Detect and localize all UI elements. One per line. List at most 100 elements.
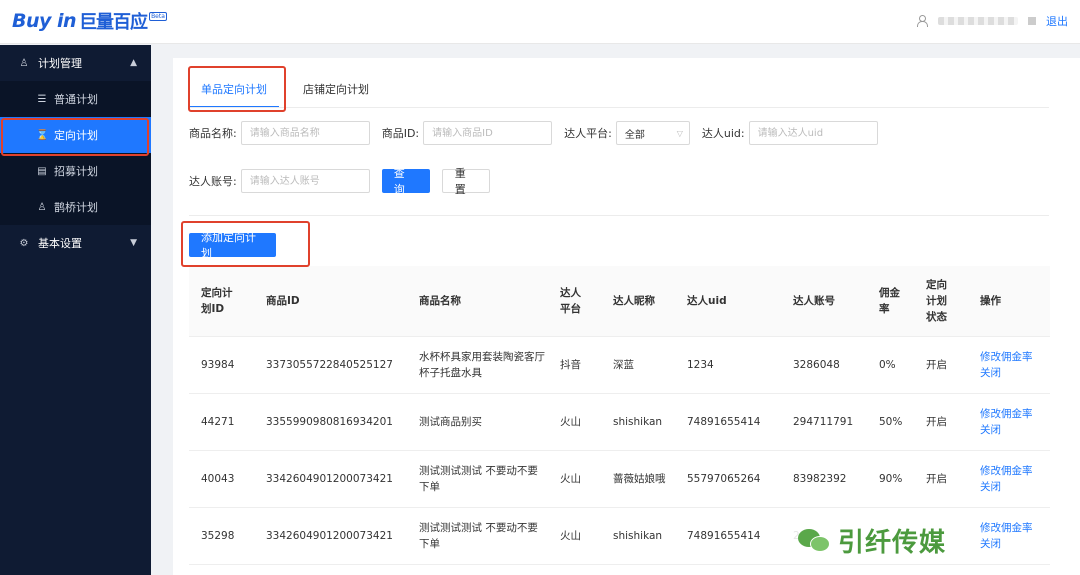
- table-row: 40043 3342604901200073421 测试测试测试 不要动不要下单…: [189, 451, 1050, 508]
- brand-logo[interactable]: Buy in 巨量百应 Beta: [12, 8, 167, 34]
- close-link[interactable]: 关闭: [980, 422, 1050, 438]
- product-name-input[interactable]: [240, 121, 370, 145]
- status-cell: 开启: [926, 473, 947, 485]
- filter-divider: [189, 215, 1049, 216]
- nickname-cell: 深蓝: [613, 359, 634, 371]
- column-header: 商品ID: [266, 295, 300, 307]
- sidebar-group-plan-management[interactable]: ♙ 计划管理 ▲: [0, 45, 151, 81]
- reset-button[interactable]: 重 置: [441, 167, 490, 196]
- platform-cell: 抖音: [560, 359, 581, 371]
- product-id-cell: 3342604901200073421: [266, 473, 393, 485]
- sidebar-group-label: 基本设置: [38, 237, 82, 250]
- sidebar-item-label: 鹊桥计划: [54, 201, 98, 214]
- rate-cell: 0%: [879, 359, 896, 371]
- uid-cell: 1234: [687, 359, 714, 371]
- sidebar-group-label: 计划管理: [38, 57, 82, 70]
- nickname-cell: 蔷薇姑娘哦: [613, 473, 666, 485]
- nickname-cell: shishikan: [613, 530, 663, 542]
- column-header: 操作: [980, 295, 1001, 307]
- logout-link[interactable]: 退出: [1046, 13, 1068, 29]
- product-id-cell: 3373055722840525127: [266, 359, 393, 371]
- close-link[interactable]: 关闭: [980, 365, 1050, 381]
- edit-rate-link[interactable]: 修改佣金率: [980, 349, 1050, 365]
- product-id-label: 商品ID:: [381, 127, 420, 140]
- close-link[interactable]: 关闭: [980, 479, 1050, 495]
- column-header: 达人账号: [793, 295, 835, 307]
- sidebar-item-targeted-plan[interactable]: ⌛ 定向计划: [0, 117, 151, 153]
- column-header: 商品名称: [419, 295, 461, 307]
- product-name-cell: 测试测试测试 不要动不要下单: [419, 465, 538, 493]
- edit-rate-link[interactable]: 修改佣金率: [980, 520, 1050, 536]
- nickname-cell: shishikan: [613, 416, 663, 428]
- edit-rate-link[interactable]: 修改佣金率: [980, 406, 1050, 422]
- sidebar-item-label: 普通计划: [54, 93, 98, 106]
- top-header: Buy in 巨量百应 Beta 退出: [0, 0, 1080, 44]
- plan-id-cell: 44271: [201, 416, 235, 428]
- rate-cell: 90%: [879, 473, 903, 485]
- product-name-label: 商品名称:: [189, 127, 237, 140]
- column-header: 达人平台: [560, 287, 581, 315]
- sidebar-item-bridge-plan[interactable]: ♙ 鹊桥计划: [0, 189, 151, 225]
- platform-cell: 火山: [560, 473, 581, 485]
- wechat-icon: [798, 527, 832, 553]
- status-cell: 开启: [926, 359, 947, 371]
- people-icon: ♙: [37, 201, 47, 213]
- tab-store[interactable]: 店铺定向计划: [291, 72, 381, 108]
- uid-cell: 55797065264: [687, 473, 761, 485]
- sidebar-item-label: 招募计划: [54, 165, 98, 178]
- platform-cell: 火山: [560, 416, 581, 428]
- filter-row-2: 达人账号: 查 询 重 置: [189, 167, 490, 196]
- platform-select-value: 全部: [624, 129, 645, 141]
- platform-label: 达人平台:: [564, 127, 612, 140]
- beta-badge: Beta: [149, 12, 167, 21]
- sidebar: ♙ 计划管理 ▲ ☰ 普通计划 ⌛ 定向计划 ▤ 招募计划 ♙ 鹊桥计划 ⚙ 基…: [0, 45, 151, 575]
- filter-row-1: 商品名称: 商品ID: 达人平台: 全部 ▽ 达人uid:: [189, 121, 878, 145]
- sidebar-item-label: 定向计划: [54, 129, 98, 142]
- table-row: 93984 3373055722840525127 水杯杯具家用套装陶瓷客厅杯子…: [189, 337, 1050, 394]
- column-header: 定向计划ID: [201, 287, 233, 315]
- plan-id-cell: 93984: [201, 359, 235, 371]
- plan-id-cell: 40043: [201, 473, 235, 485]
- close-link[interactable]: 关闭: [980, 536, 1050, 552]
- edit-rate-link[interactable]: 修改佣金率: [980, 463, 1050, 479]
- sidebar-group-basic-settings[interactable]: ⚙ 基本设置 ▼: [0, 225, 151, 261]
- add-targeted-plan-button[interactable]: 添加定向计划: [189, 231, 276, 260]
- chevron-down-icon: ▼: [130, 238, 137, 248]
- product-id-input[interactable]: [423, 121, 553, 145]
- account-cell: 3286048: [793, 359, 840, 371]
- sidebar-item-recruit-plan[interactable]: ▤ 招募计划: [0, 153, 151, 189]
- status-cell: 开启: [926, 416, 947, 428]
- blurred-username: [938, 17, 1018, 25]
- chevron-down-icon: ▽: [676, 128, 683, 138]
- account-label: 达人账号:: [189, 175, 237, 188]
- logo-cn-text: 巨量百应: [79, 12, 148, 33]
- recruit-icon: ▤: [37, 165, 47, 177]
- user-icon: [916, 15, 928, 27]
- gear-icon: ⚙: [19, 237, 29, 249]
- list-icon: ☰: [37, 93, 47, 105]
- hourglass-icon: ⌛: [36, 129, 49, 141]
- user-area: 退出: [916, 13, 1068, 29]
- plan-id-cell: 35298: [201, 530, 235, 542]
- account-input[interactable]: [240, 169, 370, 193]
- actions-cell: 修改佣金率 关闭: [968, 349, 1050, 381]
- platform-cell: 火山: [560, 530, 581, 542]
- column-header: 定向计划状态: [926, 279, 947, 323]
- product-name-cell: 测试测试测试 不要动不要下单: [419, 522, 538, 550]
- uid-cell: 74891655414: [687, 416, 761, 428]
- table-row: 44271 3355990980816934201 测试商品别买 火山 shis…: [189, 394, 1050, 451]
- logo-text: Buy in: [12, 10, 77, 32]
- watermark: 引纤传媒: [792, 520, 953, 560]
- platform-select[interactable]: 全部 ▽: [615, 121, 690, 145]
- account-cell: 83982392: [793, 473, 847, 485]
- actions-cell: 修改佣金率 关闭: [968, 463, 1050, 495]
- column-header: 佣金率: [879, 287, 900, 315]
- tab-single-product[interactable]: 单品定向计划: [189, 72, 279, 108]
- uid-input[interactable]: [748, 121, 878, 145]
- rate-cell: 50%: [879, 416, 903, 428]
- search-button[interactable]: 查 询: [381, 167, 430, 196]
- column-header: 达人昵称: [613, 295, 655, 307]
- main-panel: 单品定向计划 店铺定向计划 商品名称: 商品ID: 达人平台: 全部 ▽ 达人u…: [173, 58, 1080, 575]
- sidebar-item-normal-plan[interactable]: ☰ 普通计划: [0, 81, 151, 117]
- sidebar-submenu: ☰ 普通计划 ⌛ 定向计划 ▤ 招募计划 ♙ 鹊桥计划: [0, 81, 151, 225]
